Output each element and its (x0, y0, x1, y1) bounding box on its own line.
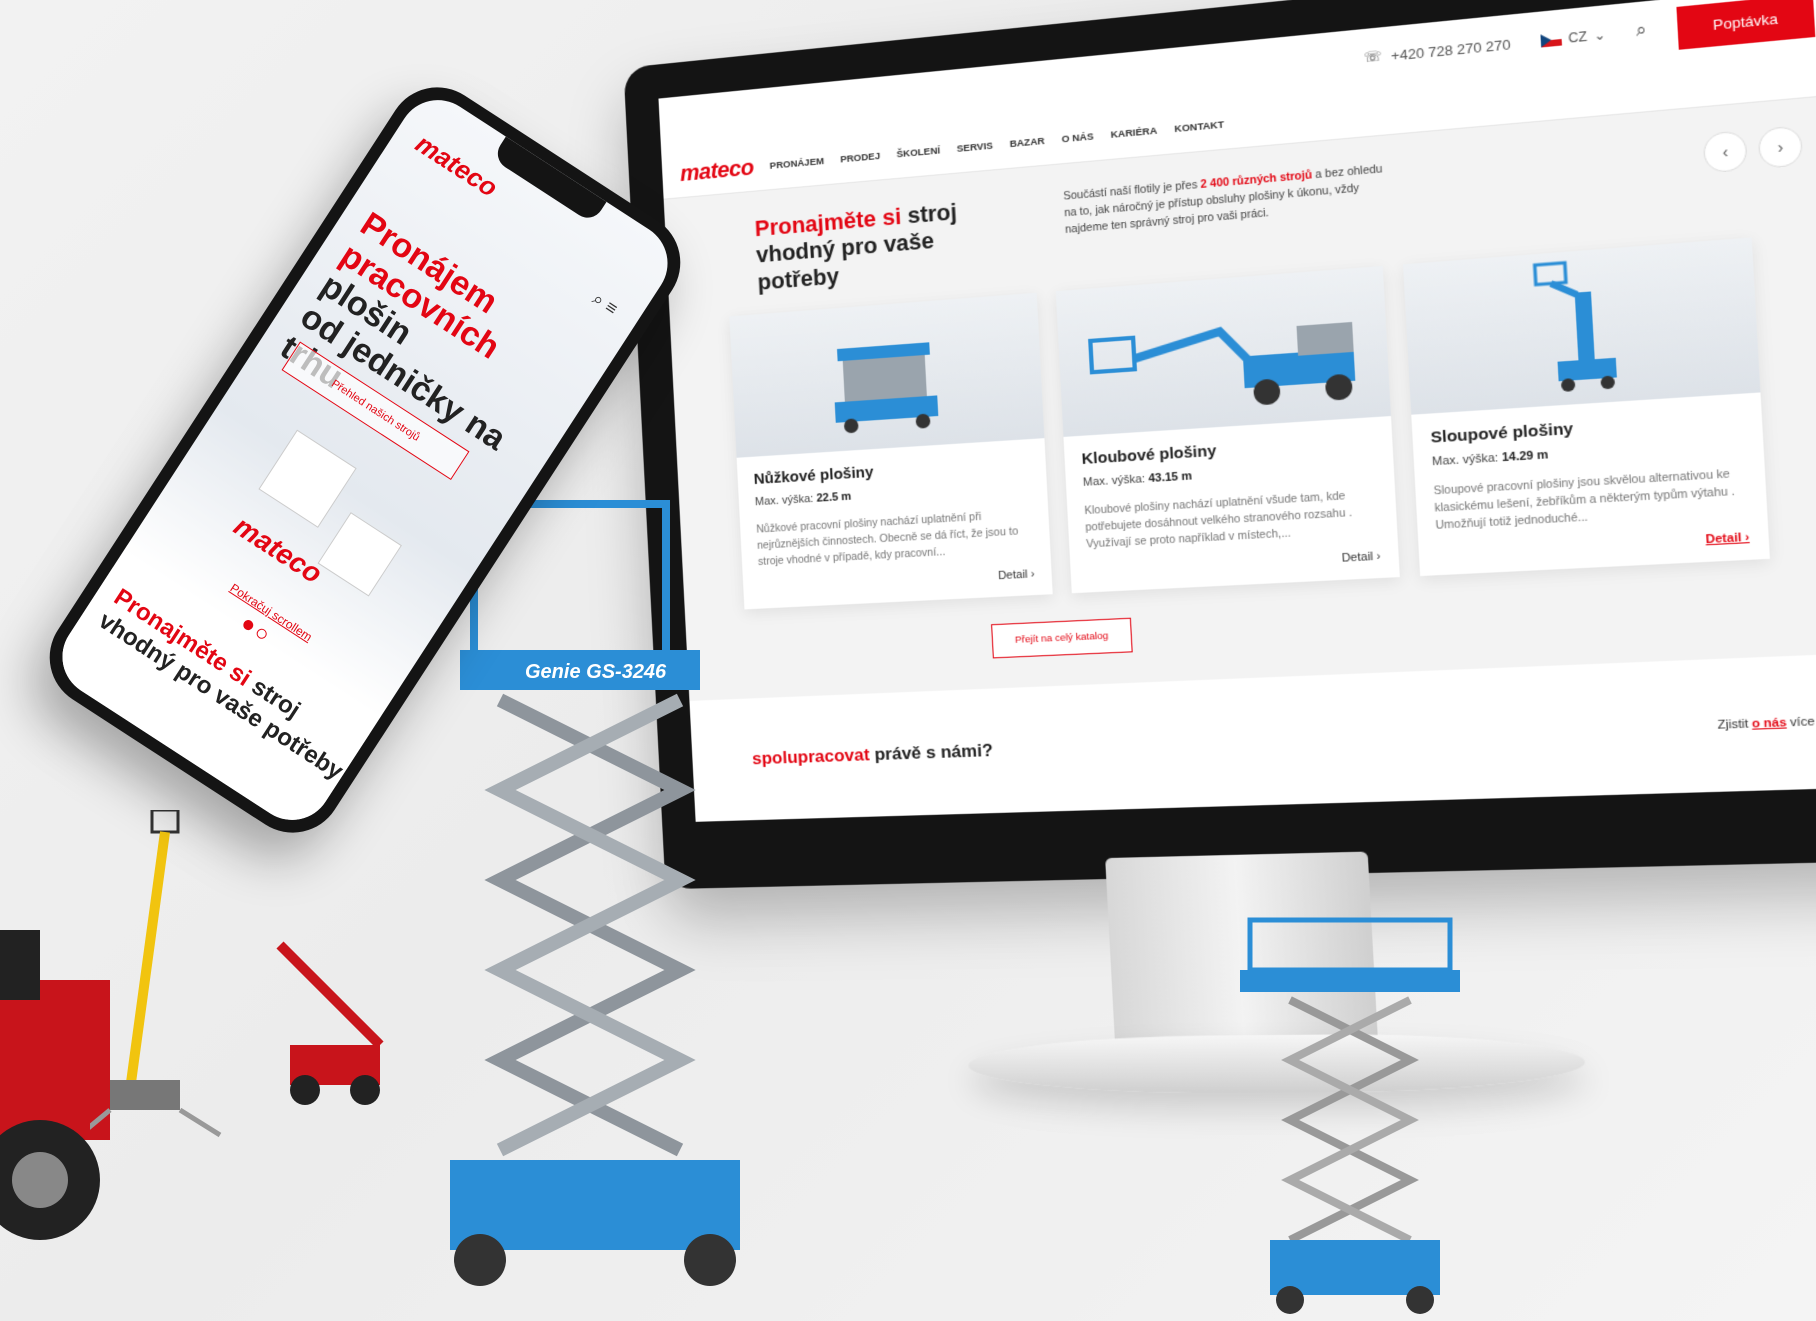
nav-servis[interactable]: SERVIS (956, 140, 993, 155)
height-value: 22.5 m (816, 490, 852, 505)
card-description: Kloubové plošiny nachází uplatnění všude… (1084, 489, 1353, 551)
cooperation-section: spolupracovat právě s námi? Zjistit o ná… (689, 652, 1816, 822)
hamburger-menu-icon[interactable]: ≡ (602, 296, 622, 319)
card-description: Nůžkové pracovní plošiny nachází uplatně… (756, 510, 1019, 568)
search-icon[interactable]: ⌕ (1636, 21, 1648, 42)
about-link-end: více › (1789, 715, 1816, 730)
category-card[interactable]: Sloupové plošiny Max. výška: 14.29 m Slo… (1403, 237, 1770, 577)
card-description: Sloupové pracovní plošiny jsou skvělou a… (1433, 467, 1736, 532)
mobile-device: mateco ⌕ ≡ Pronájem pracovních plošin od… (10, 20, 700, 852)
mobile-logo[interactable]: mateco (410, 128, 503, 204)
yellow-boom-lift-image (90, 810, 222, 1138)
nav-skoleni[interactable]: ŠKOLENÍ (896, 145, 940, 160)
nav-kontakt[interactable]: KONTAKT (1174, 119, 1224, 135)
phone-notch (491, 136, 607, 224)
cooperation-title-highlight: spolupracovat (751, 744, 871, 769)
about-link-highlight: o nás (1751, 716, 1787, 731)
carousel-arrows: ‹ › (1702, 125, 1804, 174)
nav-o-nas[interactable]: O NÁS (1061, 131, 1094, 145)
slider-dot[interactable] (254, 626, 269, 641)
chevron-down-icon: ⌄ (1593, 27, 1607, 44)
slider-dot-active[interactable] (241, 618, 256, 632)
phone-number: +420 728 270 270 (1390, 35, 1512, 64)
blue-scissor-lift-small-image (1240, 917, 1460, 1314)
card-detail-link[interactable]: Detail › (1705, 531, 1750, 547)
articulated-lift-image (1055, 266, 1392, 438)
phone-contact[interactable]: ☏ +420 728 270 270 (1363, 35, 1511, 66)
nav-bazar[interactable]: BAZAR (1009, 135, 1045, 150)
mobile-header-icons: ⌕ ≡ (588, 288, 621, 320)
about-us-link[interactable]: Zjistit o nás více › (1717, 715, 1816, 732)
full-catalog-button[interactable]: Přejít na celý katalog (991, 617, 1133, 659)
nav-pronajem[interactable]: PRONÁJEM (769, 155, 824, 171)
nav-prodej[interactable]: PRODEJ (840, 150, 880, 165)
height-value: 14.29 m (1501, 448, 1549, 465)
height-label: Max. výška: (1082, 472, 1146, 490)
category-card[interactable]: Nůžkové plošiny Max. výška: 22.5 m Nůžko… (729, 292, 1053, 610)
height-label: Max. výška: (1431, 451, 1499, 469)
cooperation-title: spolupracovat právě s námi? (752, 740, 994, 769)
showcase-stage: ☏ +420 728 270 270 CZ ⌄ ⌕ Poptávka matec… (0, 0, 1816, 1321)
phone-icon: ☏ (1363, 47, 1383, 66)
mobile-screen: mateco ⌕ ≡ Pronájem pracovních plošin od… (47, 84, 683, 836)
czech-flag-icon (1540, 32, 1562, 48)
carousel-next-button[interactable]: › (1757, 125, 1804, 169)
nav-kariera[interactable]: KARIÉRA (1110, 125, 1157, 141)
height-value: 43.15 m (1148, 470, 1193, 486)
language-label: CZ (1567, 28, 1588, 46)
monitor-frame: ☏ +420 728 270 270 CZ ⌄ ⌕ Poptávka matec… (623, 0, 1816, 890)
inquiry-button[interactable]: Poptávka (1676, 0, 1816, 50)
card-detail-link[interactable]: Detail › (998, 568, 1035, 582)
height-label: Max. výška: (754, 492, 814, 509)
card-detail-link[interactable]: Detail › (1341, 550, 1381, 565)
about-link-start: Zjistit (1717, 717, 1749, 733)
phone-frame: mateco ⌕ ≡ Pronájem pracovních plošin od… (30, 68, 700, 852)
cooperation-title-rest: právě s námi? (873, 740, 994, 765)
category-card[interactable]: Kloubové plošiny Max. výška: 43.15 m Klo… (1055, 266, 1400, 594)
red-telehandler-small-image (276, 941, 384, 1105)
hero-text-end: a bez ohledu na to, jak náročný je příst… (1063, 162, 1383, 236)
language-select[interactable]: CZ ⌄ (1540, 27, 1606, 48)
carousel-prev-button[interactable]: ‹ (1702, 130, 1748, 174)
slider-dots (241, 618, 269, 641)
vertical-mast-lift-image (1403, 237, 1761, 415)
hero-text: Součástí naší flotily je přes 2 400 různ… (1063, 161, 1393, 239)
scissor-lift-image (729, 292, 1045, 458)
desktop-screen: ☏ +420 728 270 270 CZ ⌄ ⌕ Poptávka matec… (658, 0, 1816, 822)
mateco-logo[interactable]: mateco (679, 154, 754, 187)
desktop-monitor: ☏ +420 728 270 270 CZ ⌄ ⌕ Poptávka matec… (583, 0, 1816, 1111)
